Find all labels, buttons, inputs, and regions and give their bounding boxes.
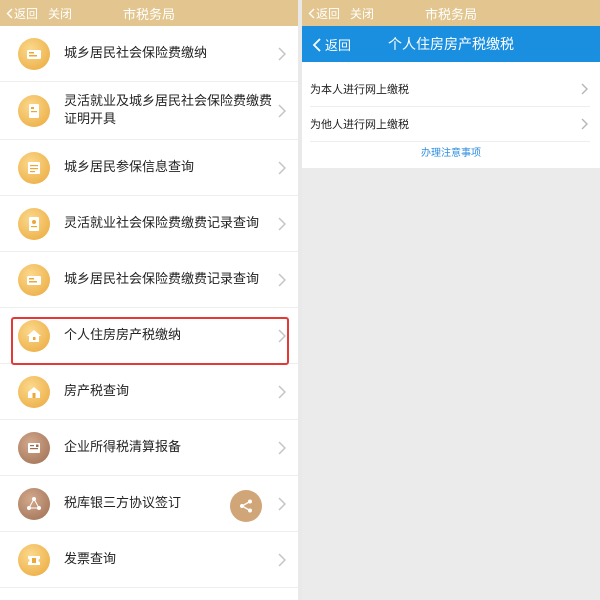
list-item[interactable]: 城乡居民社会保险费缴纳 <box>0 26 298 82</box>
social-insurance-icon <box>18 263 50 296</box>
chevron-right-icon <box>278 552 286 567</box>
notes-link[interactable]: 办理注意事项 <box>302 144 600 159</box>
social-insurance-icon <box>18 37 50 70</box>
house-query-icon <box>18 375 50 408</box>
list-item-label: 城乡居民社会保险费缴费记录查询 <box>64 271 260 287</box>
record-query-icon <box>18 207 50 240</box>
wechat-top-bar: 返回 关闭 市税务局 <box>302 0 600 26</box>
list-item[interactable]: 发票查询 <box>0 532 298 588</box>
certificate-icon <box>18 94 50 127</box>
list-item[interactable]: 城乡居民社会保险费缴费记录查询 <box>0 252 298 308</box>
option-card: 为本人进行网上缴税 为他人进行网上缴税 办理注意事项 <box>302 62 600 168</box>
list-item[interactable]: 灵活就业及城乡居民社会保险费缴费证明开具 <box>0 82 298 140</box>
chevron-right-icon <box>278 496 286 511</box>
agreement-icon <box>18 487 50 520</box>
back-button[interactable]: 返回 <box>6 5 38 22</box>
list-item[interactable]: 灵活就业社会保险费缴费记录查询 <box>0 196 298 252</box>
option-label: 为他人进行网上缴税 <box>310 118 409 131</box>
back-label: 返回 <box>14 7 39 21</box>
share-button[interactable] <box>230 490 262 522</box>
list-item-label: 灵活就业社会保险费缴费记录查询 <box>64 215 260 231</box>
chevron-right-icon <box>278 440 286 455</box>
chevron-left-icon <box>312 37 321 52</box>
chevron-right-icon <box>278 160 286 175</box>
list-item[interactable]: 房产税查询 <box>0 364 298 420</box>
share-icon <box>240 499 252 513</box>
chevron-right-icon <box>278 272 286 287</box>
wechat-top-bar: 返回 关闭 市税务局 <box>0 0 298 26</box>
chevron-left-icon <box>308 8 315 19</box>
option-other-pay[interactable]: 为他人进行网上缴税 <box>310 107 590 142</box>
header-back-label: 返回 <box>325 39 352 54</box>
page-header: 返回 个人住房房产税缴税 <box>302 26 600 62</box>
list-item-label: 灵活就业及城乡居民社会保险费缴费证明开具 <box>64 93 273 127</box>
chevron-left-icon <box>6 8 13 19</box>
list-item-label: 发票查询 <box>64 551 117 567</box>
list-item[interactable]: 城乡居民参保信息查询 <box>0 140 298 196</box>
back-label: 返回 <box>316 7 341 21</box>
report-icon <box>18 431 50 464</box>
list-item-label: 城乡居民社会保险费缴纳 <box>64 45 208 61</box>
chevron-right-icon <box>278 103 286 118</box>
right-screen: 返回 关闭 市税务局 返回 个人住房房产税缴税 为本人进行网上缴税 为他人进行网… <box>302 0 600 600</box>
invoice-icon <box>18 543 50 576</box>
info-query-icon <box>18 151 50 184</box>
chevron-right-icon <box>278 384 286 399</box>
chevron-right-icon <box>581 118 588 130</box>
header-back-button[interactable]: 返回 <box>312 35 351 54</box>
option-self-pay[interactable]: 为本人进行网上缴税 <box>310 72 590 107</box>
top-bar-nav: 返回 关闭 <box>6 5 72 22</box>
back-button[interactable]: 返回 <box>308 5 340 22</box>
list-item-label: 城乡居民参保信息查询 <box>64 159 195 175</box>
chevron-right-icon <box>278 216 286 231</box>
close-button[interactable]: 关闭 <box>48 5 72 22</box>
chevron-right-icon <box>581 83 588 95</box>
list-item-label: 房产税查询 <box>64 383 130 399</box>
list-item[interactable]: 企业所得税清算报备 <box>0 420 298 476</box>
top-bar-nav: 返回 关闭 <box>308 5 374 22</box>
highlight-box <box>11 317 289 365</box>
list-item-label: 企业所得税清算报备 <box>64 439 182 455</box>
chevron-right-icon <box>278 46 286 61</box>
left-screen: 返回 关闭 市税务局 城乡居民社会保险费缴纳 灵活就业及城乡居民社会保险费缴费证… <box>0 0 298 600</box>
option-label: 为本人进行网上缴税 <box>310 83 409 96</box>
close-button[interactable]: 关闭 <box>350 5 374 22</box>
